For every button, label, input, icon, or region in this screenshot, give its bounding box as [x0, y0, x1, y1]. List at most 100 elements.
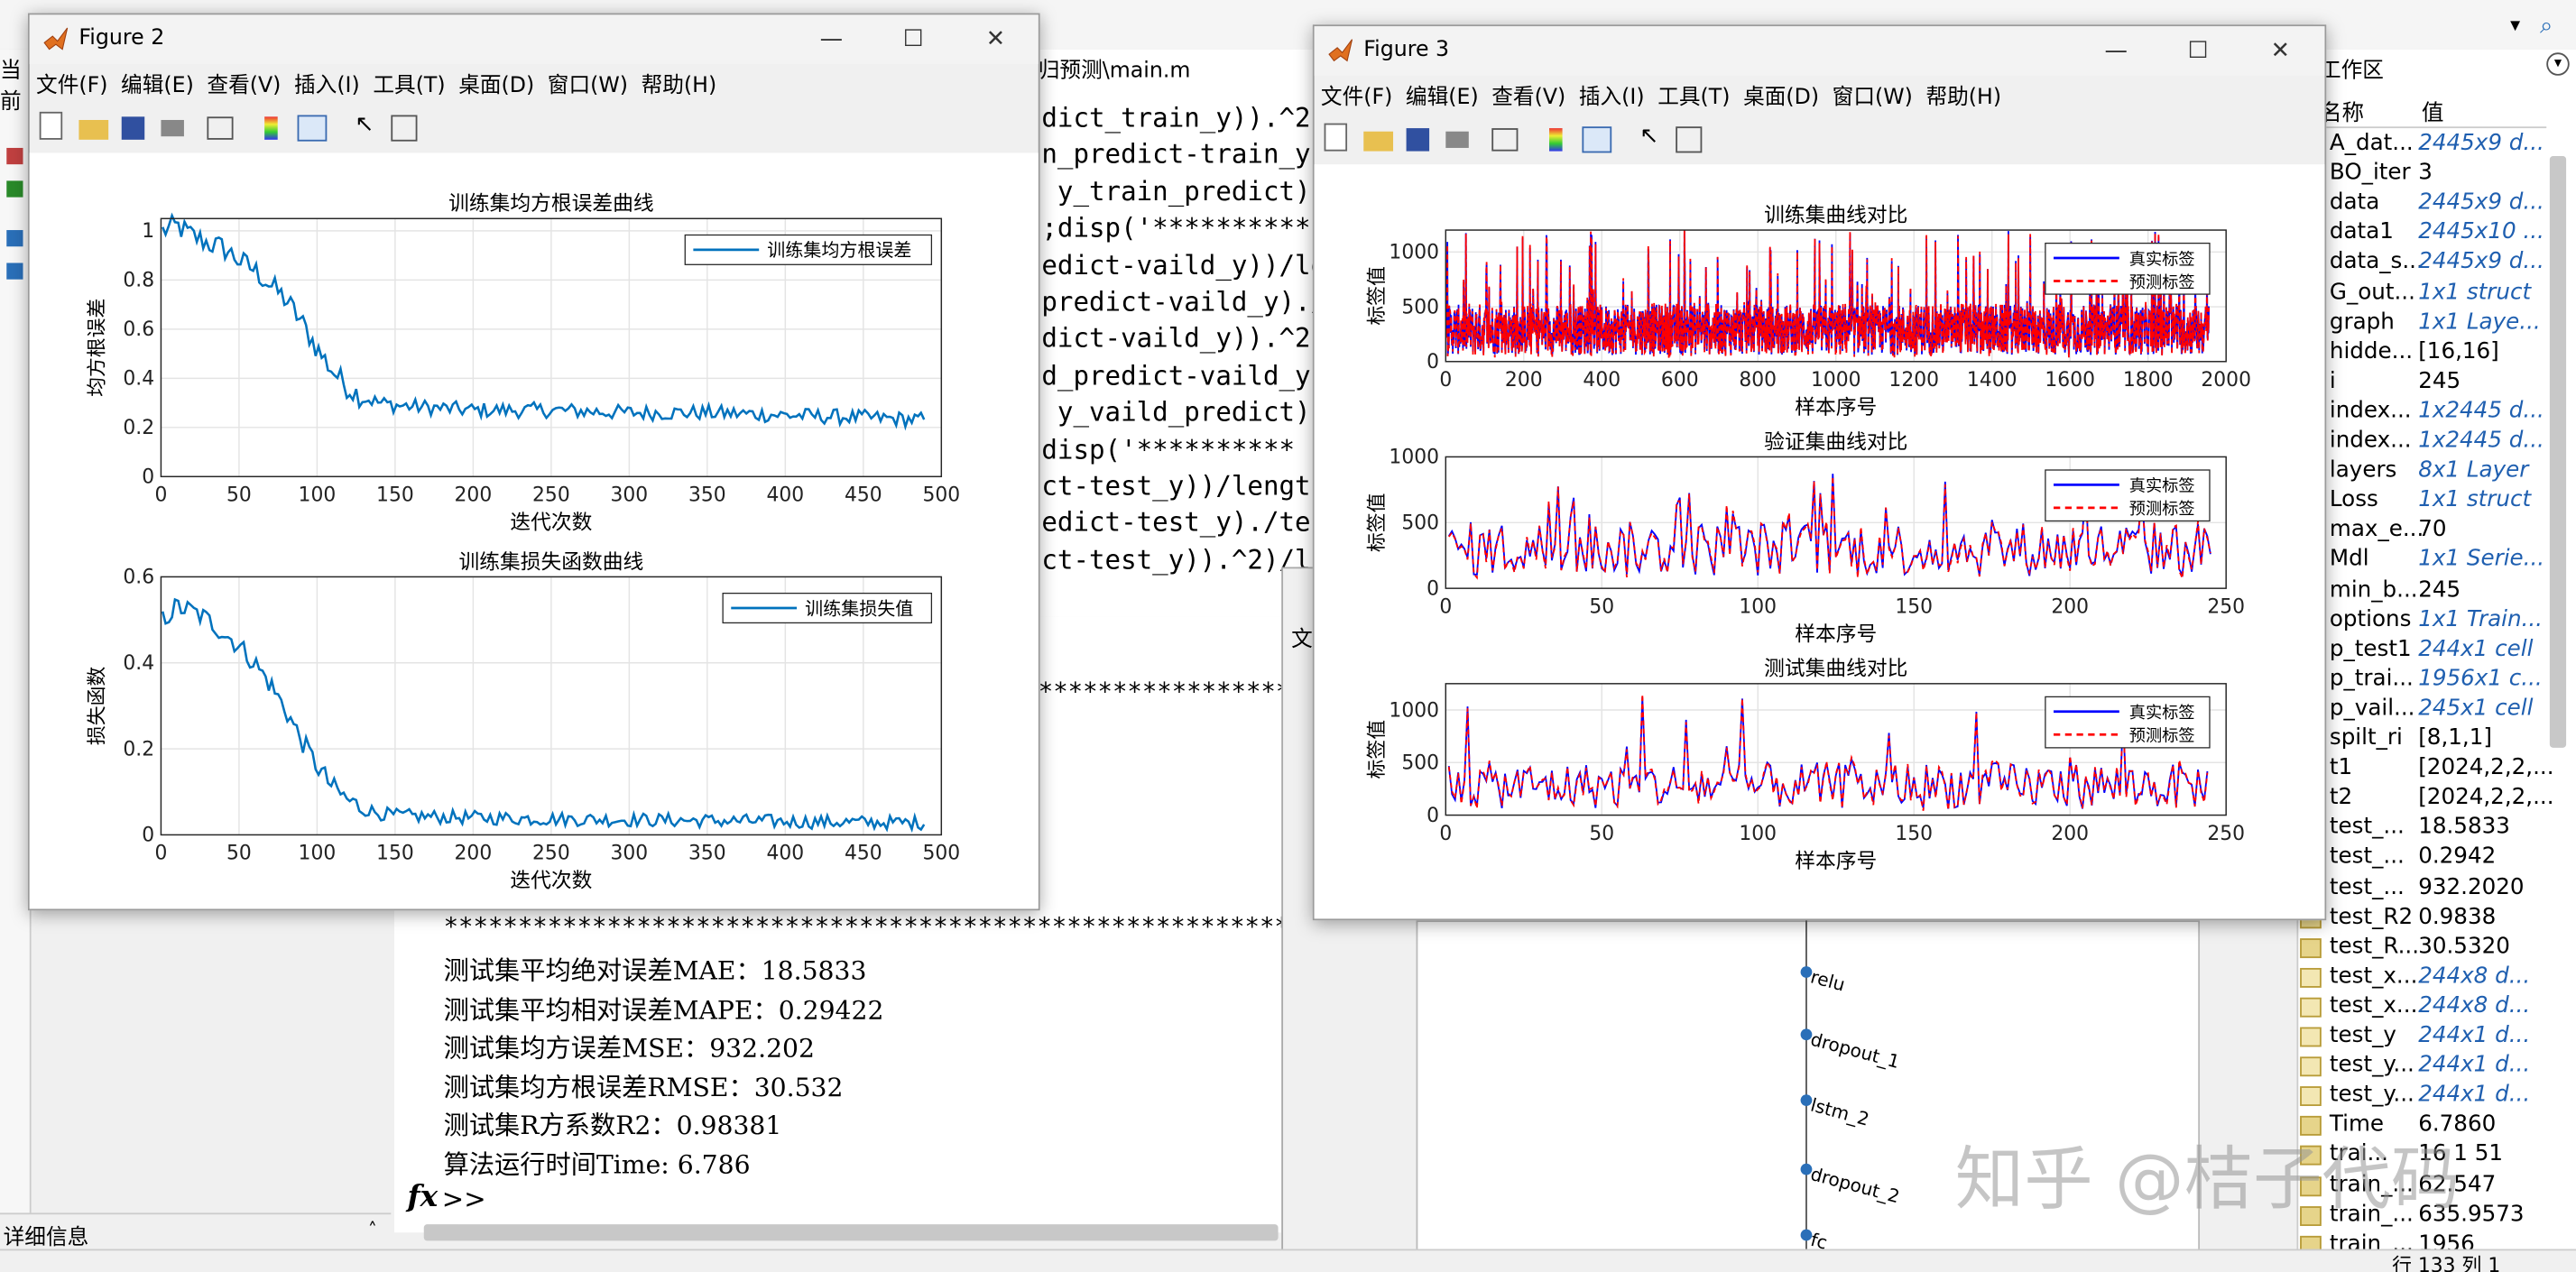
horizontal-scrollbar[interactable]: [423, 1224, 1279, 1241]
save-icon[interactable]: [1406, 128, 1430, 152]
workspace-row[interactable]: test_R... 30.5320: [2296, 933, 2576, 963]
workspace-row[interactable]: data 2445x9 d...: [2296, 189, 2576, 219]
edit-plot-icon[interactable]: ↖: [355, 112, 384, 142]
workspace-row[interactable]: hidde... [16,16]: [2296, 338, 2576, 368]
workspace-row[interactable]: index... 1x2445 d...: [2296, 398, 2576, 428]
workspace-row[interactable]: t2 [2024,2,2,...: [2296, 784, 2576, 814]
workspace-row[interactable]: max_e... 70: [2296, 517, 2576, 547]
close-icon[interactable]: ✕: [2248, 32, 2313, 71]
figure3-canvas: 0 200 400 600 800 1000 1200 1400 1600 1800 2000 0 50…: [1314, 164, 2325, 919]
workspace-scrollbar[interactable]: [2549, 156, 2567, 748]
figure3-toolbar: ↖: [1315, 118, 2325, 161]
save-icon[interactable]: [121, 116, 145, 140]
insert-legend-icon[interactable]: [297, 115, 328, 142]
collapse-icon[interactable]: ▾: [2510, 14, 2520, 37]
workspace-row[interactable]: test_... 932.2020: [2296, 873, 2576, 903]
legend: 训练集均方根误差: [684, 234, 933, 265]
x-axis-label: 迭代次数: [510, 870, 592, 893]
x-tick-label: 0: [154, 843, 167, 865]
workspace-row[interactable]: test_x... 244x8 d...: [2296, 963, 2576, 992]
workspace-row[interactable]: test_... 18.5833: [2296, 814, 2576, 843]
menu-item[interactable]: 插入(I): [1579, 86, 1645, 110]
figure2-window[interactable]: Figure 2 — ☐ ✕ 文件(F) 编辑(E) 查看(V) 插入(I) 工具(T)…: [27, 13, 1040, 911]
new-figure-icon[interactable]: [1324, 123, 1348, 152]
fx-icon[interactable]: fx: [408, 1180, 439, 1214]
workspace-row[interactable]: test_y... 244x1 d...: [2296, 1082, 2576, 1111]
menu-item[interactable]: 窗口(W): [1833, 86, 1913, 110]
property-inspector-icon[interactable]: [391, 115, 418, 142]
link-plot-icon[interactable]: [207, 116, 234, 140]
minimize-icon[interactable]: —: [2083, 32, 2149, 71]
figure3-window[interactable]: Figure 3 — ☐ ✕ 文件(F) 编辑(E) 查看(V) 插入(I) 工具(T)…: [1312, 24, 2327, 921]
workspace-row[interactable]: index... 1x2445 d...: [2296, 428, 2576, 457]
figure2-titlebar[interactable]: Figure 2 — ☐ ✕: [29, 14, 1039, 65]
workspace-options-icon[interactable]: ▾: [2546, 52, 2570, 76]
workspace-row[interactable]: test_y... 244x1 d...: [2296, 1052, 2576, 1082]
workspace-row[interactable]: test_y 244x1 d...: [2296, 1022, 2576, 1052]
new-figure-icon[interactable]: [39, 111, 63, 140]
workspace-row[interactable]: data_s... 2445x9 d...: [2296, 249, 2576, 279]
workspace-row[interactable]: t1 [2024,2,2,...: [2296, 754, 2576, 784]
workspace-row[interactable]: graph 1x1 Laye...: [2296, 309, 2576, 338]
chevron-up-icon[interactable]: ˄: [368, 1220, 377, 1241]
workspace-row[interactable]: Loss 1x1 struct: [2296, 487, 2576, 517]
print-icon[interactable]: [1445, 131, 1469, 148]
workspace-row[interactable]: p_vail... 245x1 cell: [2296, 695, 2576, 724]
workspace-row[interactable]: Mdl 1x1 Serie...: [2296, 547, 2576, 576]
edit-plot-icon[interactable]: ↖: [1639, 124, 1669, 153]
close-icon[interactable]: ✕: [963, 20, 1029, 60]
insert-colorbar-icon[interactable]: [1549, 128, 1563, 152]
legend-label: 真实标签: [2129, 704, 2195, 723]
workspace-row[interactable]: min_b... 245: [2296, 576, 2576, 606]
workspace-col-value[interactable]: 值: [2422, 94, 2444, 126]
details-bar[interactable]: 详细信息 ˄: [0, 1212, 392, 1251]
y-tick-label: 1000: [1389, 699, 1439, 722]
console-stars: ****************************************…: [1038, 677, 1285, 707]
maximize-icon[interactable]: ☐: [2165, 32, 2231, 71]
workspace-row[interactable]: p_trai... 1956x1 c...: [2296, 665, 2576, 695]
maximize-icon[interactable]: ☐: [881, 20, 946, 60]
workspace-row[interactable]: i 245: [2296, 368, 2576, 398]
menu-item[interactable]: 桌面(D): [1743, 86, 1819, 110]
menu-item[interactable]: 插入(I): [294, 74, 360, 98]
workspace-col-name[interactable]: 名称: [2320, 94, 2364, 126]
variable-value: 8x1 Layer: [2418, 456, 2529, 484]
workspace-row[interactable]: test_R2 0.9838: [2296, 903, 2576, 933]
search-icon[interactable]: ⌕: [2540, 14, 2566, 40]
workspace-row[interactable]: spilt_ri [8,1,1]: [2296, 724, 2576, 754]
workspace-row[interactable]: test_x... 244x8 d...: [2296, 992, 2576, 1022]
print-icon[interactable]: [161, 119, 184, 137]
workspace-row[interactable]: options 1x1 Train...: [2296, 605, 2576, 635]
menu-item[interactable]: 窗口(W): [548, 74, 628, 98]
link-plot-icon[interactable]: [1491, 128, 1519, 152]
menu-item[interactable]: 文件(F): [1321, 86, 1392, 110]
command-prompt[interactable]: >>: [442, 1184, 486, 1215]
menu-item[interactable]: 帮助(H): [642, 74, 717, 98]
menu-item[interactable]: 工具(T): [1657, 86, 1730, 110]
minimize-icon[interactable]: —: [799, 20, 864, 60]
workspace-row[interactable]: test_... 0.2942: [2296, 843, 2576, 873]
menu-item[interactable]: 文件(F): [36, 74, 107, 98]
insert-legend-icon[interactable]: [1582, 126, 1612, 153]
insert-colorbar-icon[interactable]: [264, 116, 278, 140]
open-file-icon[interactable]: [78, 119, 109, 140]
legend-label: 训练集损失值: [805, 597, 913, 619]
menu-item[interactable]: 编辑(E): [1406, 86, 1479, 110]
open-file-icon[interactable]: [1363, 131, 1394, 152]
workspace-row[interactable]: p_test1 244x1 cell: [2296, 635, 2576, 665]
workspace-row[interactable]: G_out... 1x1 struct: [2296, 279, 2576, 309]
menu-item[interactable]: 工具(T): [373, 74, 445, 98]
y-tick-label: 500: [1401, 512, 1439, 535]
workspace-row[interactable]: A_dat... 2445x9 d...: [2296, 130, 2576, 160]
variable-name: spilt_ri: [2329, 724, 2403, 751]
property-inspector-icon[interactable]: [1676, 126, 1703, 153]
menu-item[interactable]: 编辑(E): [121, 74, 194, 98]
menu-item[interactable]: 帮助(H): [1925, 86, 2001, 110]
menu-item[interactable]: 查看(V): [207, 74, 281, 98]
workspace-row[interactable]: data1 2445x10 ...: [2296, 219, 2576, 249]
menu-item[interactable]: 查看(V): [1491, 86, 1565, 110]
workspace-row[interactable]: layers 8x1 Layer: [2296, 457, 2576, 487]
menu-item[interactable]: 桌面(D): [458, 74, 534, 98]
workspace-row[interactable]: BO_iter 3: [2296, 160, 2576, 189]
figure3-titlebar[interactable]: Figure 3 — ☐ ✕: [1314, 26, 2325, 76]
